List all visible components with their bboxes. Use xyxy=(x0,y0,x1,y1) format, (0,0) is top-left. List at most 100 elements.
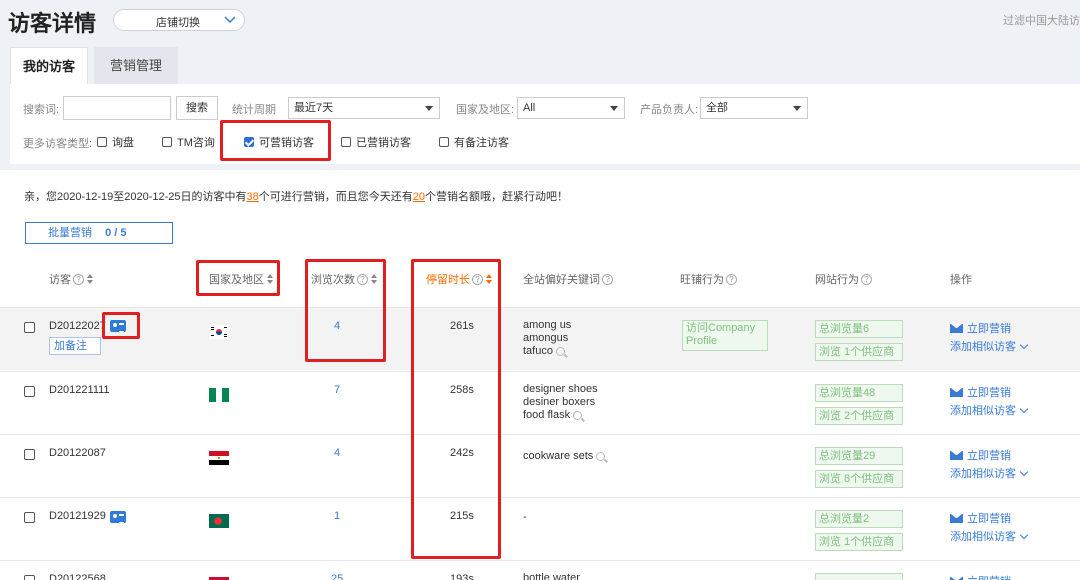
help-icon[interactable]: ? xyxy=(602,273,613,285)
row-checkbox[interactable] xyxy=(24,386,35,397)
add-similar-link[interactable]: 添加相似访客 xyxy=(950,528,1029,544)
envelope-icon xyxy=(950,576,963,580)
market-now-link[interactable]: 立即营销 xyxy=(950,573,1011,580)
keyword: amongus xyxy=(523,332,569,344)
flag-kr-icon xyxy=(209,325,229,339)
business-card-icon[interactable] xyxy=(110,511,126,524)
product-owner-value: 全部 xyxy=(706,102,728,114)
col-keywords: 全站偏好关键词? xyxy=(523,271,613,287)
action-label: 立即营销 xyxy=(967,513,1011,525)
views-count[interactable]: 1 xyxy=(334,510,340,522)
action-label: 添加相似访客 xyxy=(950,341,1016,353)
marketing-notice: 亲，您2020-12-19至2020-12-25日的访客中有38个可进行营销，而… xyxy=(24,188,568,204)
site-total-tag: 总浏览量2 xyxy=(815,510,903,528)
visitor-id[interactable]: D201221111 xyxy=(49,384,110,396)
search-icon[interactable] xyxy=(555,347,565,356)
period-select[interactable]: 最近7天 xyxy=(288,97,440,119)
add-similar-link[interactable]: 添加相似访客 xyxy=(950,465,1029,481)
sort-icon[interactable] xyxy=(87,274,93,284)
help-icon[interactable]: ? xyxy=(73,273,84,285)
site-total-tag: 总浏览量29 xyxy=(815,447,903,465)
keywords: designer shoes desiner boxers food flask xyxy=(523,383,598,422)
col-wangwang: 旺铺行为? xyxy=(680,271,737,287)
help-icon[interactable]: ? xyxy=(861,273,872,285)
add-similar-link[interactable]: 添加相似访客 xyxy=(950,338,1029,354)
table-row: D201221111 7 258s designer shoes desiner… xyxy=(0,371,1080,434)
type-label: 有备注访客 xyxy=(454,137,509,149)
market-now-link[interactable]: 立即营销 xyxy=(950,320,1011,336)
add-similar-link[interactable]: 添加相似访客 xyxy=(950,402,1029,418)
notice-text: 亲，您2020-12-19至2020-12-25日的访客中有 xyxy=(24,191,247,203)
flag-eg-icon xyxy=(209,451,229,465)
type-noted-checkbox[interactable]: 有备注访客 xyxy=(439,134,509,150)
keyword: desiner boxers xyxy=(523,396,596,408)
market-now-link[interactable]: 立即营销 xyxy=(950,447,1011,463)
type-tm-checkbox[interactable]: TM咨询 xyxy=(162,134,215,150)
highlight-views-column xyxy=(305,259,386,362)
col-label: 网站行为 xyxy=(815,274,859,286)
type-inquiry-checkbox[interactable]: 询盘 xyxy=(97,134,134,150)
table-row: D20122568 25 193s bottle water 立即营销 xyxy=(0,560,1080,580)
tab-my-visitors[interactable]: 我的访客 xyxy=(10,47,88,85)
col-label: 全站偏好关键词 xyxy=(523,274,600,286)
dwell-time: 193s xyxy=(450,573,474,580)
action-label: 立即营销 xyxy=(967,573,1011,580)
action-label: 立即营销 xyxy=(967,323,1011,335)
row-checkbox[interactable] xyxy=(24,322,35,333)
search-button[interactable]: 搜索 xyxy=(176,96,218,120)
action-label: 添加相似访客 xyxy=(950,531,1016,543)
keyword: among us xyxy=(523,319,572,331)
highlight-card-icon xyxy=(102,312,140,339)
tab-marketing-management[interactable]: 营销管理 xyxy=(94,47,178,85)
chevron-down-icon xyxy=(224,16,236,24)
keywords: cookware sets xyxy=(523,450,606,463)
search-input[interactable] xyxy=(63,96,171,120)
product-owner-select[interactable]: 全部 xyxy=(700,97,808,119)
action-label: 添加相似访客 xyxy=(950,405,1016,417)
add-note-button[interactable]: 加备注 xyxy=(49,337,101,355)
marketable-count-link[interactable]: 38 xyxy=(247,191,259,203)
table-row: D20121929 1 215s - 总浏览量2 浏览 1个供应商 立即营销 添… xyxy=(0,497,1080,560)
row-checkbox[interactable] xyxy=(24,449,35,460)
site-suppliers-tag: 浏览 1个供应商 xyxy=(815,343,903,361)
keywords: - xyxy=(523,511,527,524)
country-select[interactable]: All xyxy=(517,97,625,119)
batch-marketing-button[interactable]: 批量营销 0 / 5 xyxy=(25,222,173,244)
search-icon[interactable] xyxy=(596,452,606,461)
col-label: 旺铺行为 xyxy=(680,274,724,286)
market-now-link[interactable]: 立即营销 xyxy=(950,510,1011,526)
visitor-id[interactable]: D20122087 xyxy=(49,447,106,459)
visitor-id[interactable]: D20122027 xyxy=(49,320,106,332)
row-checkbox[interactable] xyxy=(24,512,35,523)
table-row: D20122087 4 242s cookware sets 总浏览量29 浏览… xyxy=(0,434,1080,497)
notice-text: 个营销名额哦，赶紧行动吧！ xyxy=(425,191,569,203)
chevron-down-icon xyxy=(1019,404,1029,413)
store-switch-dropdown[interactable]: 店铺切换 xyxy=(113,9,245,31)
help-icon[interactable]: ? xyxy=(726,273,737,285)
keyword: designer shoes xyxy=(523,383,598,395)
visitor-id[interactable]: D20121929 xyxy=(49,510,106,522)
action-label: 立即营销 xyxy=(967,387,1011,399)
envelope-icon xyxy=(950,387,963,397)
filter-mainland-note[interactable]: 过滤中国大陆访 xyxy=(1003,12,1080,28)
visitor-id[interactable]: D20122568 xyxy=(49,573,106,580)
site-suppliers-tag: 浏览 1个供应商 xyxy=(815,533,903,551)
remaining-count-link[interactable]: 20 xyxy=(413,191,425,203)
col-visitor[interactable]: 访客? xyxy=(49,271,93,287)
col-label: 访客 xyxy=(49,274,71,286)
checkbox-icon xyxy=(162,137,172,147)
table-row: D20122027 加备注 4 261s among us amongus ta… xyxy=(0,307,1080,370)
keyword: - xyxy=(523,511,527,523)
checkbox-icon xyxy=(97,137,107,147)
views-count[interactable]: 25 xyxy=(331,573,343,580)
market-now-link[interactable]: 立即营销 xyxy=(950,384,1011,400)
filter-panel: 搜索词: 搜索 统计周期 最近7天 国家及地区: All 产品负责人: 全部 更… xyxy=(10,84,1080,164)
site-suppliers-tag: 浏览 2个供应商 xyxy=(815,407,903,425)
type-marketed-checkbox[interactable]: 已营销访客 xyxy=(341,134,411,150)
row-checkbox[interactable] xyxy=(24,575,35,580)
search-icon[interactable] xyxy=(573,411,583,420)
views-count[interactable]: 4 xyxy=(334,447,340,459)
chevron-down-icon xyxy=(1019,467,1029,476)
views-count[interactable]: 7 xyxy=(334,384,340,396)
highlight-marketable-filter xyxy=(220,120,331,161)
